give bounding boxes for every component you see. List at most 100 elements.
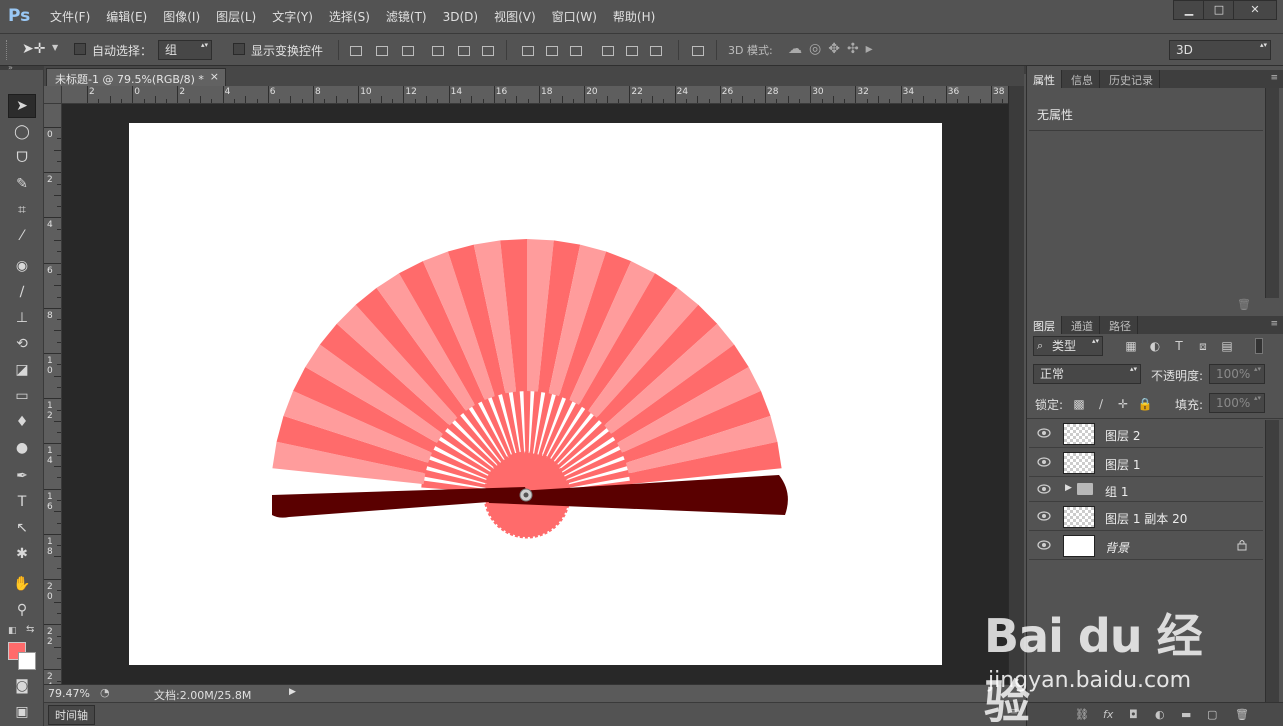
eraser-icon[interactable]: ◪ [8, 358, 36, 382]
auto-select-dropdown[interactable]: 组 [158, 40, 212, 60]
move-tool-icon[interactable]: ➤ [8, 94, 36, 118]
move-tool-preset-icon[interactable]: ➤✛ [22, 41, 45, 57]
eye-icon[interactable] [1037, 540, 1051, 550]
document-canvas[interactable] [129, 123, 942, 665]
crop-icon[interactable]: ⌗ [8, 198, 36, 222]
chevron-down-icon[interactable]: ▼ [52, 43, 58, 52]
menu-3d[interactable]: 3D(D) [435, 8, 486, 26]
type-icon[interactable]: T [8, 490, 36, 514]
dodge-icon[interactable]: ● [8, 436, 36, 460]
eyedropper-icon[interactable]: ⁄ [8, 224, 36, 248]
adjustment-filter-icon[interactable]: ◐ [1147, 338, 1163, 354]
background-color-swatch[interactable] [18, 652, 36, 670]
lock-transparent-icon[interactable]: ▩ [1071, 396, 1087, 412]
menu-layer[interactable]: 图层(L) [208, 8, 264, 26]
link-icon[interactable]: ⛓ [1075, 708, 1089, 721]
menu-view[interactable]: 视图(V) [486, 8, 544, 26]
type-filter-icon[interactable]: T [1171, 338, 1187, 354]
align-left-icon[interactable] [430, 44, 444, 56]
history-brush-icon[interactable]: ⟲ [8, 332, 36, 356]
new-layer-icon[interactable]: ▢ [1207, 708, 1217, 721]
ellipse-marquee-icon[interactable]: ◯ [8, 120, 36, 144]
quick-select-icon[interactable]: ✎ [8, 172, 36, 196]
layers-scrollbar[interactable] [1265, 420, 1279, 702]
screen-mode-icon[interactable]: ▣ [8, 700, 36, 724]
distribute-right-icon[interactable] [648, 44, 662, 56]
align-top-icon[interactable] [348, 44, 362, 56]
opacity-field[interactable]: 100% [1209, 364, 1265, 384]
zoom-icon[interactable]: ⚲ [8, 598, 36, 622]
align-vcenter-icon[interactable] [374, 44, 388, 56]
pixel-filter-icon[interactable]: ▦ [1123, 338, 1139, 354]
panel-menu-icon[interactable]: ≡ [1010, 707, 1018, 717]
auto-select-checkbox[interactable] [74, 43, 86, 55]
gradient-icon[interactable]: ▭ [8, 384, 36, 408]
document-tab[interactable]: 未标题-1 @ 79.5%(RGB/8) * × [46, 68, 226, 86]
close-window-button[interactable]: ✕ [1233, 0, 1277, 20]
vertical-ruler[interactable]: 024681012141618202224 [44, 104, 62, 684]
healing-brush-icon[interactable]: ◉ [8, 254, 36, 278]
eye-icon[interactable] [1037, 428, 1051, 438]
layer-row[interactable]: 图层 1 [1029, 449, 1263, 477]
auto-align-icon[interactable] [690, 44, 704, 56]
eye-icon[interactable] [1037, 457, 1051, 467]
menu-select[interactable]: 选择(S) [321, 8, 378, 26]
adjustment-layer-icon[interactable]: ◐ [1155, 708, 1165, 721]
swap-colors-icon[interactable]: ⇆ [26, 624, 34, 635]
vertical-scrollbar[interactable] [1008, 86, 1024, 684]
tab-paths[interactable]: 路径 [1103, 316, 1138, 334]
blur-icon[interactable]: ♦ [8, 410, 36, 434]
blend-mode-dropdown[interactable]: 正常 [1033, 364, 1141, 384]
eye-icon[interactable] [1037, 484, 1051, 494]
brush-icon[interactable]: ∕ [8, 280, 36, 304]
distribute-top-icon[interactable] [520, 44, 534, 56]
show-transform-checkbox[interactable] [233, 43, 245, 55]
layer-row[interactable]: 图层 1 副本 20 [1029, 503, 1263, 531]
close-tab-icon[interactable]: × [210, 70, 219, 83]
layer-row[interactable]: 图层 2 [1029, 420, 1263, 448]
tab-history[interactable]: 历史记录 [1103, 70, 1160, 88]
zoom-level-field[interactable]: 79.47% [48, 687, 90, 700]
fx-icon[interactable]: fx [1103, 708, 1113, 721]
menu-file[interactable]: 文件(F) [42, 8, 98, 26]
pen-icon[interactable]: ✒ [8, 464, 36, 488]
expand-arrow-icon[interactable]: ▶ [1065, 483, 1072, 493]
hand-icon[interactable]: ✋ [8, 572, 36, 596]
tab-properties[interactable]: 属性 [1027, 70, 1062, 88]
eye-icon[interactable] [1037, 511, 1051, 521]
fill-field[interactable]: 100% [1209, 393, 1265, 413]
align-bottom-icon[interactable] [400, 44, 414, 56]
menu-window[interactable]: 窗口(W) [544, 8, 605, 26]
timeline-tab[interactable]: 时间轴 [48, 705, 95, 725]
ruler-corner[interactable] [44, 86, 62, 104]
menu-filter[interactable]: 滤镜(T) [378, 8, 435, 26]
tab-info[interactable]: 信息 [1065, 70, 1100, 88]
path-select-icon[interactable]: ↖ [8, 516, 36, 540]
mask-icon[interactable]: ◘ [1129, 708, 1138, 721]
distribute-left-icon[interactable] [600, 44, 614, 56]
layer-filter-dropdown[interactable]: 类型 [1033, 336, 1103, 356]
menu-edit[interactable]: 编辑(E) [98, 8, 155, 26]
stamp-icon[interactable]: ⊥ [8, 306, 36, 330]
3d-mode-icons[interactable]: ☁◎✥✣▸ [788, 41, 880, 57]
panel-menu-icon[interactable]: ≡ [1270, 319, 1278, 329]
quick-mask-icon[interactable]: ◙ [8, 674, 36, 698]
align-hcenter-icon[interactable] [456, 44, 470, 56]
distribute-hcenter-icon[interactable] [624, 44, 638, 56]
tab-layers[interactable]: 图层 [1027, 316, 1062, 334]
menu-image[interactable]: 图像(I) [155, 8, 208, 26]
workspace-dropdown[interactable]: 3D [1169, 40, 1271, 60]
lock-all-icon[interactable]: 🔒 [1137, 396, 1153, 412]
canvas-workspace[interactable] [62, 104, 1008, 684]
horizontal-ruler[interactable]: 2 0 2 4 6 8 10 12 14 16 18 20 22 24 26 28 30 32 34 36 38 [62, 86, 1008, 104]
status-menu-arrow-icon[interactable]: ▶ [289, 687, 296, 697]
trash-icon[interactable]: 🗑 [1237, 298, 1251, 311]
delete-layer-icon[interactable]: 🗑 [1235, 708, 1249, 721]
menu-help[interactable]: 帮助(H) [605, 8, 663, 26]
status-options-icon[interactable]: ◔ [100, 686, 110, 699]
new-group-icon[interactable]: ▬ [1181, 708, 1191, 721]
shape-icon[interactable]: ✱ [8, 542, 36, 566]
properties-scrollbar[interactable] [1265, 88, 1279, 298]
distribute-bottom-icon[interactable] [568, 44, 582, 56]
smart-object-filter-icon[interactable]: ▤ [1219, 338, 1235, 354]
